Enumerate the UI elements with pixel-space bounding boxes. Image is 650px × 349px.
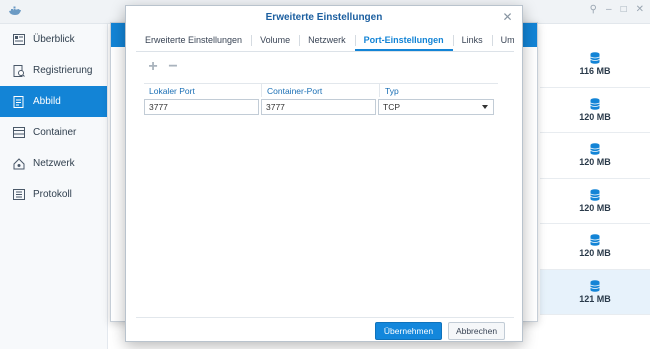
image-size: 116 MB [579,66,611,77]
sidebar-item-label: Abbild [33,96,61,107]
tab-environment[interactable]: Umgebung [491,30,514,51]
protocol-select[interactable]: TCP [378,99,494,115]
sidebar-item-network[interactable]: Netzwerk [0,148,107,179]
local-port-input[interactable]: 3777 [144,99,259,115]
database-icon [590,188,600,201]
list-item[interactable]: 116 MB [540,42,650,88]
sidebar-item-registry[interactable]: Registrierung [0,55,107,86]
port-mapping-table: Lokaler Port Container-Port Typ 3777 377… [144,83,498,117]
sidebar-item-log[interactable]: Protokoll [0,179,107,210]
sidebar-item-container[interactable]: Container [0,117,107,148]
table-header: Lokaler Port Container-Port Typ [144,83,498,97]
close-window-icon[interactable]: ✕ [636,4,644,15]
chevron-down-icon [482,105,488,109]
sidebar-item-label: Registrierung [33,65,93,76]
tab-port-settings[interactable]: Port-Einstellungen [354,30,453,51]
list-item[interactable]: 120 MB [540,88,650,133]
database-icon [590,143,600,156]
sidebar-item-label: Überblick [33,34,75,45]
list-item[interactable]: 120 MB [540,133,650,179]
network-icon [12,157,25,170]
pin-icon[interactable]: ⚲ [590,4,597,15]
window-controls: ⚲ – □ ✕ [590,4,644,15]
port-toolbar: + − [146,59,180,75]
image-size: 120 MB [579,202,611,213]
column-header-local-port[interactable]: Lokaler Port [144,84,262,97]
footer-divider [136,317,514,318]
table-row: 3777 3777 TCP [144,99,498,117]
database-icon [590,52,600,65]
docker-logo-icon [9,6,21,15]
container-icon [12,127,25,139]
tab-links[interactable]: Links [452,30,492,51]
list-item[interactable]: 120 MB [540,224,650,270]
dialog-tabs: Erweiterte Einstellungen Volume Netzwerk… [136,30,514,52]
image-size: 120 MB [579,111,611,122]
tab-network[interactable]: Netzwerk [299,30,355,51]
container-port-input[interactable]: 3777 [261,99,376,115]
dialog-title: Erweiterte Einstellungen [265,12,383,23]
image-icon [12,95,25,108]
tab-advanced-settings[interactable]: Erweiterte Einstellungen [136,30,251,51]
maximize-icon[interactable]: □ [621,4,627,15]
registry-icon [12,64,25,77]
sidebar-item-label: Netzwerk [33,158,75,169]
close-icon[interactable]: ✕ [502,11,513,23]
column-header-type[interactable]: Typ [380,84,498,97]
cancel-button[interactable]: Abbrechen [448,322,505,340]
tab-volume[interactable]: Volume [251,30,299,51]
minimize-icon[interactable]: – [606,4,612,15]
protocol-value: TCP [383,102,400,112]
database-icon [590,97,600,110]
image-size: 120 MB [579,248,611,259]
remove-port-button[interactable]: − [166,59,180,75]
add-port-button[interactable]: + [146,59,160,75]
sidebar-item-label: Container [33,127,77,138]
sidebar: Überblick Registrierung Abbild Container… [0,24,108,349]
database-icon [590,279,600,292]
image-size: 120 MB [579,157,611,168]
advanced-settings-dialog: Erweiterte Einstellungen ✕ Erweiterte Ei… [125,5,523,342]
apply-button[interactable]: Übernehmen [375,322,442,340]
log-icon [12,189,25,201]
sidebar-item-label: Protokoll [33,189,72,200]
list-item[interactable]: 121 MB [540,269,650,315]
database-icon [590,234,600,247]
sidebar-item-overview[interactable]: Überblick [0,24,107,55]
list-item[interactable]: 120 MB [540,179,650,224]
overview-icon [12,34,25,46]
sidebar-item-image[interactable]: Abbild [0,86,107,117]
image-size: 121 MB [579,293,611,304]
image-size-column: 116 MB 120 MB 120 MB 120 MB 120 MB 121 M… [540,42,650,315]
column-header-container-port[interactable]: Container-Port [262,84,380,97]
